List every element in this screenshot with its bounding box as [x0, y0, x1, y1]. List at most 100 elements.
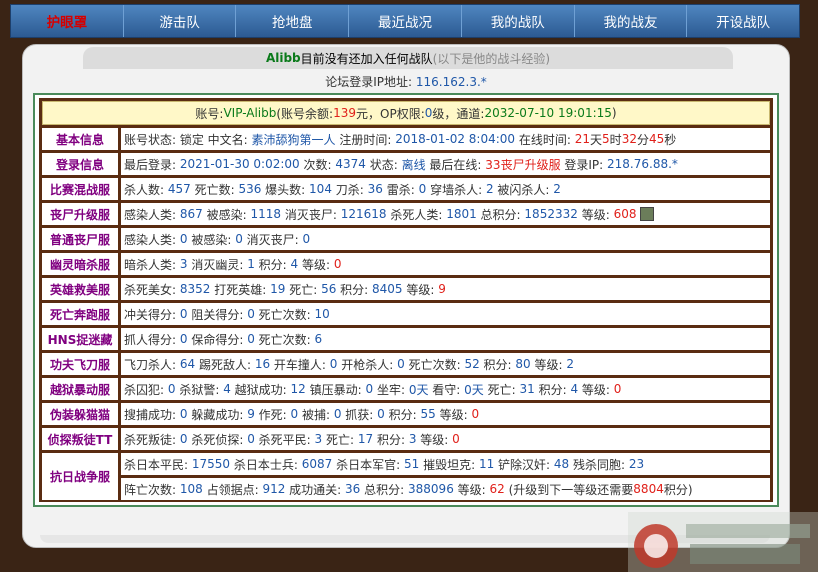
nav-item-0[interactable]: 护眼罩	[11, 5, 124, 37]
stats-row: 英雄救美服 杀死美女: 8352 打死英雄: 19 死亡: 56 积分: 8405…	[42, 278, 770, 300]
stat-segment: 6087	[301, 457, 333, 471]
stat-segment: 0	[471, 407, 480, 421]
stat-segment: 级，通道:	[432, 106, 485, 121]
stat-segment: 0	[179, 332, 188, 346]
stat-segment: 0	[179, 307, 188, 321]
server-label[interactable]: 英雄救美服	[42, 278, 118, 300]
stat-segment: 死亡次数:	[254, 307, 315, 322]
stat-segment: 36	[367, 182, 383, 196]
stats-values: 飞刀杀人: 64 踢死敌人: 16 开车撞人: 0 开枪杀人: 0 死亡次数: …	[121, 353, 770, 375]
stat-segment: 死亡:	[483, 382, 520, 397]
server-label[interactable]: 功夫飞刀服	[42, 353, 118, 375]
stat-segment: 64	[179, 357, 196, 371]
stats-line: 杀日本平民: 17550 杀日本士兵: 6087 杀日本军官: 51 摧毁坦克:…	[121, 453, 770, 475]
server-label[interactable]: 死亡奔跑服	[42, 303, 118, 325]
server-label[interactable]: 侦探叛徒TT	[42, 428, 118, 450]
stat-segment: 死亡次数:	[254, 332, 315, 347]
stat-segment: 0	[179, 232, 188, 246]
stat-segment: 2018-01-02 8:04:00	[395, 132, 516, 146]
stat-segment: 1852332	[524, 207, 578, 221]
nav-item-3[interactable]: 最近战况	[349, 5, 462, 37]
stats-row: HNS捉迷藏 抓人得分: 0 保命得分: 0 死亡次数: 6	[42, 328, 770, 350]
stat-segment: 1	[247, 257, 255, 271]
stat-segment: 0	[290, 407, 299, 421]
server-label[interactable]: 幽灵暗杀服	[42, 253, 118, 275]
stat-segment: 被感染:	[187, 232, 236, 247]
stat-segment: 穿墙杀人:	[426, 182, 486, 197]
stat-segment: 1118	[250, 207, 281, 221]
stat-segment: 2032-07-10 19:01:15	[484, 106, 612, 120]
server-label[interactable]: 抗日战争服	[42, 453, 118, 500]
server-label[interactable]: HNS捉迷藏	[42, 328, 118, 350]
stats-values: 最后登录: 2021-01-30 0:02:00 次数: 4374 状态: 离线…	[121, 153, 770, 175]
stat-segment: 积分:	[254, 257, 291, 272]
server-label[interactable]: 丧尸升级服	[42, 203, 118, 225]
server-label[interactable]: 登录信息	[42, 153, 118, 175]
stat-segment: 积分)	[663, 482, 693, 497]
server-label[interactable]: 基本信息	[42, 128, 118, 150]
stat-segment: 32	[621, 132, 637, 146]
stat-segment: 52	[464, 357, 480, 371]
stat-segment: 388096	[408, 482, 454, 496]
stat-segment: 总积分:	[360, 482, 409, 497]
stat-segment: 8405	[372, 282, 403, 296]
stats-line: 抓人得分: 0 保命得分: 0 死亡次数: 6	[121, 328, 770, 350]
stat-segment: 积分:	[384, 407, 421, 422]
stat-segment: 等级:	[402, 282, 439, 297]
stat-segment: 最后登录:	[124, 157, 180, 172]
nav-item-5[interactable]: 我的战友	[575, 5, 688, 37]
stats-line: 杀人数: 457 死亡数: 536 爆头数: 104 刀杀: 36 雷杀: 0 …	[121, 178, 770, 200]
watermark-logo	[628, 512, 818, 572]
stat-segment: 抓人得分:	[124, 332, 180, 347]
stats-row: 普通丧尸服 感染人类: 0 被感染: 0 消灭丧尸: 0	[42, 228, 770, 250]
nav-item-4[interactable]: 我的战队	[462, 5, 575, 37]
player-name[interactable]: Alibb	[266, 51, 301, 65]
stats-row: 伪装躲猫猫 搜捕成功: 0 躲藏成功: 9 作死: 0 被捕: 0 抓获: 0 积…	[42, 403, 770, 425]
stats-line: 感染人类: 867 被感染: 1118 消灭丧尸: 121618 杀死人类: 1…	[121, 203, 770, 225]
stats-line: 冲关得分: 0 阻关得分: 0 死亡次数: 10	[121, 303, 770, 325]
server-label[interactable]: 普通丧尸服	[42, 228, 118, 250]
stat-segment: 阻关得分:	[187, 307, 248, 322]
nav-item-6[interactable]: 开设战队	[687, 5, 799, 37]
server-label[interactable]: 伪装躲猫猫	[42, 403, 118, 425]
stat-segment: 杀死美女:	[124, 282, 180, 297]
stat-segment: 23	[628, 457, 645, 471]
server-label[interactable]: 比赛混战服	[42, 178, 118, 200]
stats-line: 杀囚犯: 0 杀狱警: 4 越狱成功: 12 镇压暴动: 0 坐牢: 0天 看守…	[121, 378, 770, 400]
stat-segment: 踢死敌人:	[195, 357, 255, 372]
stat-segment: 总积分:	[476, 207, 525, 222]
stats-row: 基本信息 账号状态: 锁定 中文名: 素沛舔狗第一人 注册时间: 2018-01-…	[42, 128, 770, 150]
stat-segment: 0	[179, 432, 188, 446]
stat-segment: 消灭丧尸:	[281, 207, 341, 222]
stat-segment: 457	[167, 182, 191, 196]
nav-item-2[interactable]: 抢地盘	[236, 5, 350, 37]
stat-segment: 作死:	[254, 407, 291, 422]
stats-values: 杀人数: 457 死亡数: 536 爆头数: 104 刀杀: 36 雷杀: 0 …	[121, 178, 770, 200]
stat-segment: 36	[345, 482, 361, 496]
stat-segment: 62	[489, 482, 505, 496]
login-ip: 论坛登录IP地址: 116.162.3.*	[23, 73, 789, 90]
profile-frame: Alibb 目前没有还加入任何战队 (以下是他的战斗经验) 论坛登录IP地址: …	[22, 44, 790, 548]
server-label[interactable]: 越狱暴动服	[42, 378, 118, 400]
stat-segment: 0	[333, 407, 342, 421]
stat-segment: 0	[333, 257, 342, 271]
stat-segment: 冲关得分:	[124, 307, 180, 322]
stat-segment: 867	[179, 207, 203, 221]
stat-segment: 等级:	[530, 357, 567, 372]
stat-segment: 19	[270, 282, 286, 296]
stat-segment: 0	[302, 232, 311, 246]
nav-item-1[interactable]: 游击队	[124, 5, 237, 37]
stat-segment: 积分:	[336, 282, 373, 297]
stat-segment: 0	[179, 407, 188, 421]
stat-segment: 8352	[179, 282, 211, 296]
stat-segment: 0天	[464, 382, 484, 397]
stat-segment: 48	[553, 457, 570, 471]
stat-segment: 0	[452, 432, 460, 446]
stat-segment: 17	[357, 432, 374, 446]
stat-segment: 积分:	[534, 382, 571, 397]
stat-segment: 开车撞人:	[270, 357, 330, 372]
stats-line: 最后登录: 2021-01-30 0:02:00 次数: 4374 状态: 离线…	[121, 153, 770, 175]
stat-segment: 等级:	[298, 257, 334, 272]
stat-segment: 139	[333, 106, 357, 120]
stats-row: 登录信息 最后登录: 2021-01-30 0:02:00 次数: 4374 状态…	[42, 153, 770, 175]
